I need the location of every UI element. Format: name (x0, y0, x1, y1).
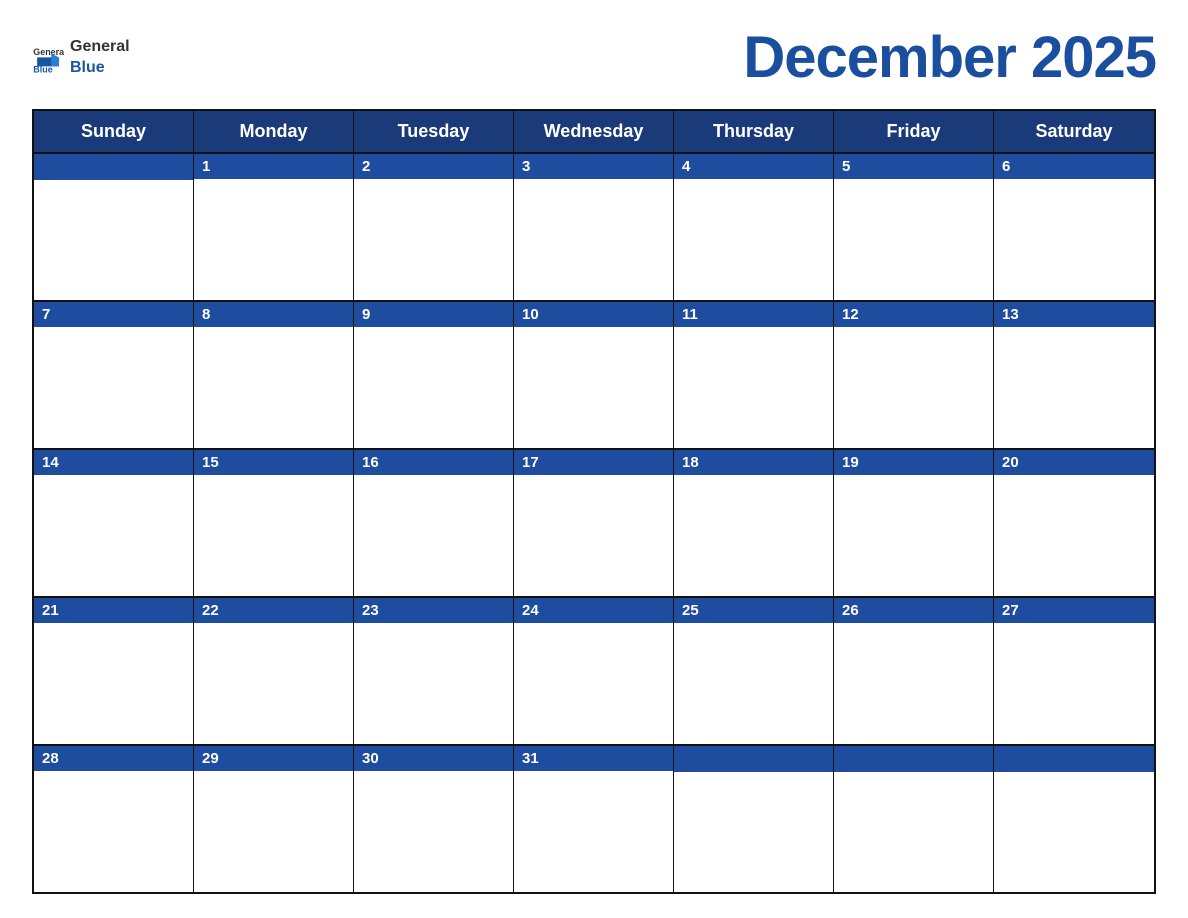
day-cell-24: 24 (514, 598, 674, 744)
day-cell-30: 30 (354, 746, 514, 892)
svg-text:Blue: Blue (33, 64, 52, 73)
day-cell-empty-1 (34, 154, 194, 300)
calendar-page: General Blue General Blue December 2025 … (0, 0, 1188, 918)
day-cell-13: 13 (994, 302, 1154, 448)
day-cell-19: 19 (834, 450, 994, 596)
day-cell-17: 17 (514, 450, 674, 596)
day-cell-empty-2 (674, 746, 834, 892)
calendar: Sunday Monday Tuesday Wednesday Thursday… (32, 109, 1156, 894)
day-cell-20: 20 (994, 450, 1154, 596)
day-cell-5: 5 (834, 154, 994, 300)
header-sunday: Sunday (34, 111, 194, 152)
day-cell-4: 4 (674, 154, 834, 300)
day-cell-6: 6 (994, 154, 1154, 300)
day-cell-22: 22 (194, 598, 354, 744)
header-saturday: Saturday (994, 111, 1154, 152)
day-cell-11: 11 (674, 302, 834, 448)
day-headers-row: Sunday Monday Tuesday Wednesday Thursday… (34, 111, 1154, 152)
day-cell-10: 10 (514, 302, 674, 448)
day-cell-12: 12 (834, 302, 994, 448)
day-cell-2: 2 (354, 154, 514, 300)
header-friday: Friday (834, 111, 994, 152)
month-title: December 2025 (743, 24, 1156, 91)
header-monday: Monday (194, 111, 354, 152)
logo-icon: General Blue (32, 42, 64, 74)
day-cell-14: 14 (34, 450, 194, 596)
week-row-1: 1 2 3 4 5 (34, 152, 1154, 300)
day-cell-31: 31 (514, 746, 674, 892)
header-tuesday: Tuesday (354, 111, 514, 152)
header-wednesday: Wednesday (514, 111, 674, 152)
day-cell-25: 25 (674, 598, 834, 744)
day-cell-empty-3 (834, 746, 994, 892)
week-row-2: 7 8 9 10 11 (34, 300, 1154, 448)
week-row-4: 21 22 23 24 25 (34, 596, 1154, 744)
day-cell-empty-4 (994, 746, 1154, 892)
day-cell-18: 18 (674, 450, 834, 596)
week-row-5: 28 29 30 31 (34, 744, 1154, 892)
header: General Blue General Blue December 2025 (32, 24, 1156, 91)
day-cell-15: 15 (194, 450, 354, 596)
day-cell-16: 16 (354, 450, 514, 596)
day-cell-1: 1 (194, 154, 354, 300)
logo: General Blue General Blue (32, 37, 130, 79)
day-cell-27: 27 (994, 598, 1154, 744)
day-cell-28: 28 (34, 746, 194, 892)
logo-text-blue: Blue (70, 58, 130, 79)
logo-text-general: General (70, 37, 130, 58)
week-row-3: 14 15 16 17 18 (34, 448, 1154, 596)
calendar-body: 1 2 3 4 5 (34, 152, 1154, 892)
day-cell-3: 3 (514, 154, 674, 300)
svg-text:General: General (33, 46, 64, 56)
day-cell-9: 9 (354, 302, 514, 448)
day-cell-8: 8 (194, 302, 354, 448)
header-thursday: Thursday (674, 111, 834, 152)
day-cell-7: 7 (34, 302, 194, 448)
day-cell-29: 29 (194, 746, 354, 892)
day-cell-26: 26 (834, 598, 994, 744)
day-cell-21: 21 (34, 598, 194, 744)
day-cell-23: 23 (354, 598, 514, 744)
